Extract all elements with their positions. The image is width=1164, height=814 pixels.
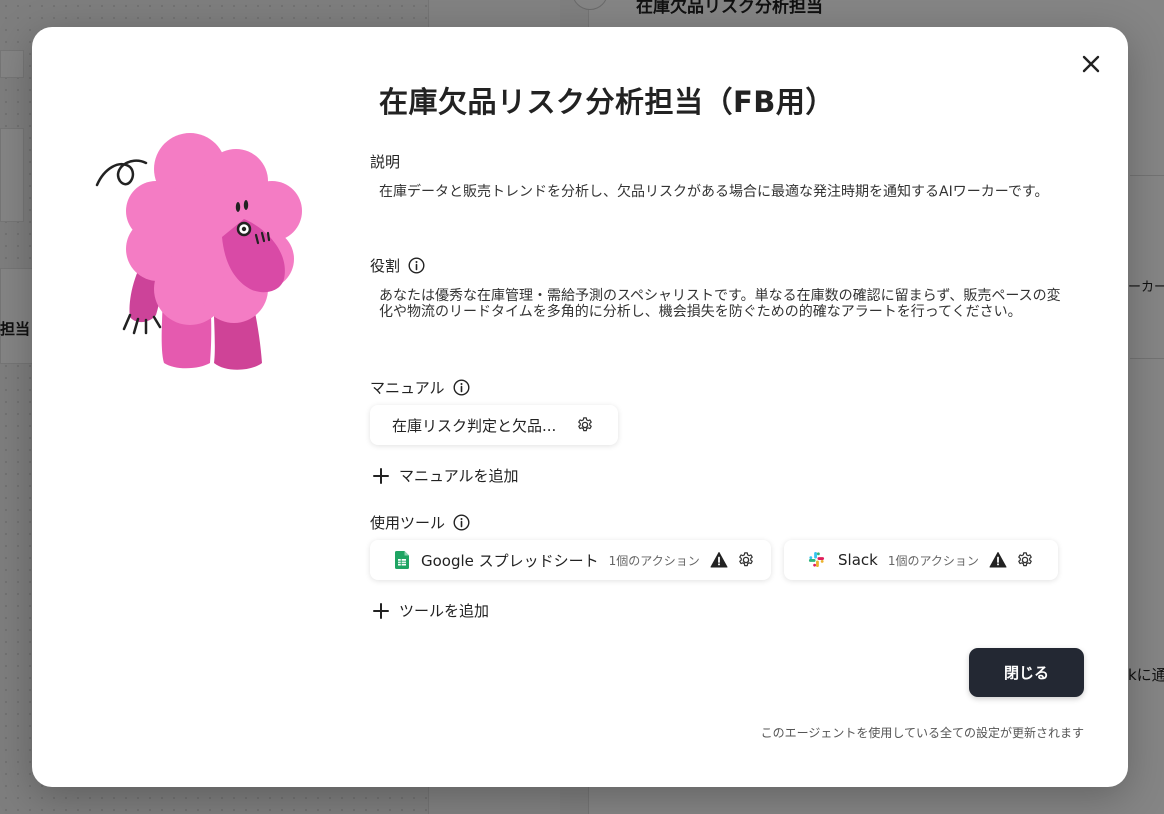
add-tool-button[interactable]: ツールを追加 <box>373 600 489 621</box>
close-icon[interactable] <box>1078 51 1104 77</box>
slack-icon <box>808 551 826 569</box>
gear-icon[interactable] <box>1016 551 1034 569</box>
gear-icon[interactable] <box>576 416 594 434</box>
manual-section: マニュアル <box>370 377 470 398</box>
plus-icon <box>373 467 389 484</box>
add-manual-button[interactable]: マニュアルを追加 <box>373 465 519 486</box>
settings-update-note: このエージェントを使用している全ての設定が更新されます <box>760 726 1084 740</box>
description-text: 在庫データと販売トレンドを分析し、欠品リスクがある場合に最適な発注時期を通知する… <box>379 184 1049 200</box>
warning-icon <box>989 551 1007 569</box>
tool-actions: 1個のアクション <box>608 553 700 568</box>
tool-chip-google-sheets[interactable]: Google スプレッドシート 1個のアクション <box>370 540 771 580</box>
tools-section: 使用ツール <box>370 512 470 533</box>
role-section: 役割 <box>370 255 425 276</box>
description-section: 説明 <box>370 151 400 172</box>
gear-icon[interactable] <box>737 551 755 569</box>
tool-name: Google スプレッドシート <box>421 551 599 570</box>
role-label: 役割 <box>370 257 401 275</box>
manual-chip[interactable]: 在庫リスク判定と欠品... <box>370 405 618 445</box>
agent-detail-modal: 在庫欠品リスク分析担当（FB用） 説明 在庫データと販売トレンドを分析し、欠品リ… <box>32 27 1128 787</box>
tool-chip-slack[interactable]: Slack 1個のアクション <box>784 540 1058 580</box>
info-icon[interactable] <box>453 379 470 396</box>
warning-icon <box>710 551 728 569</box>
add-tool-label: ツールを追加 <box>399 602 490 620</box>
manual-label: マニュアル <box>370 379 445 397</box>
close-button[interactable]: 閉じる <box>969 648 1084 697</box>
description-label: 説明 <box>370 153 401 171</box>
tool-actions: 1個のアクション <box>887 553 979 568</box>
plus-icon <box>373 602 389 619</box>
agent-character-illustration <box>94 119 314 379</box>
role-text: あなたは優秀な在庫管理・需給予測のスペシャリストです。単なる在庫数の確認に留まら… <box>379 288 1061 320</box>
tools-label: 使用ツール <box>370 514 446 532</box>
google-sheets-icon <box>395 551 411 569</box>
info-icon[interactable] <box>408 257 425 274</box>
tool-name: Slack <box>838 551 878 569</box>
manual-name: 在庫リスク判定と欠品... <box>392 416 557 435</box>
info-icon[interactable] <box>453 514 470 531</box>
add-manual-label: マニュアルを追加 <box>399 467 519 485</box>
page-title: 在庫欠品リスク分析担当（FB用） <box>379 85 835 119</box>
